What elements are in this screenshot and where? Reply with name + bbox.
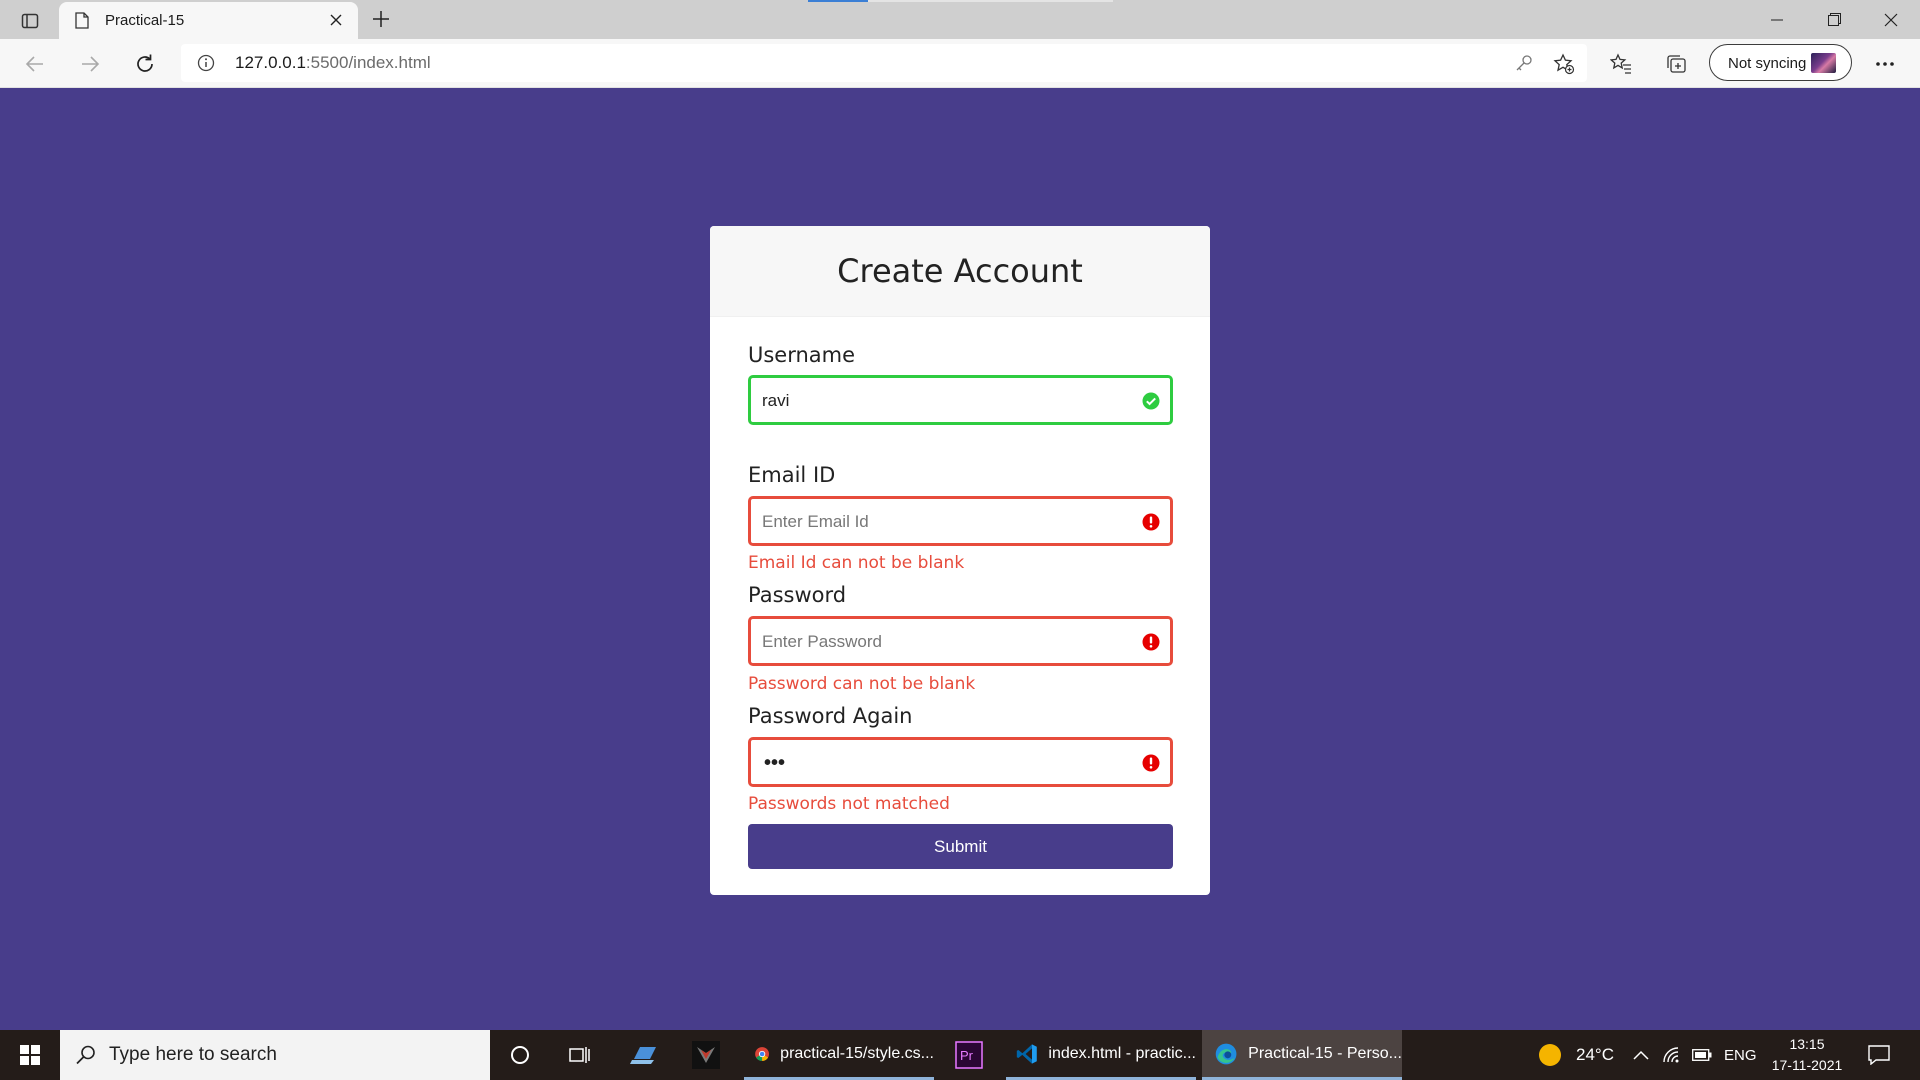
- taskbar-app-label: index.html - practic...: [1048, 1044, 1196, 1062]
- error-icon: [1142, 513, 1160, 531]
- chrome-icon: [755, 1046, 770, 1061]
- address-bar[interactable]: 127.0.0.1:5500/index.html: [181, 44, 1587, 82]
- edge-icon: [1215, 1043, 1237, 1064]
- key-icon[interactable]: [1515, 54, 1533, 77]
- password-error-message: Password can not be blank: [748, 674, 976, 694]
- page-title: Create Account: [837, 252, 1083, 290]
- system-clock[interactable]: 13:15 17-11-2021: [1762, 1034, 1852, 1076]
- email-label: Email ID: [748, 463, 836, 487]
- password-again-value[interactable]: •••: [764, 752, 785, 775]
- password-again-error-message: Passwords not matched: [748, 794, 950, 814]
- password-label: Password: [748, 583, 847, 607]
- sync-status-label: Not syncing: [1728, 55, 1807, 72]
- clock-date: 17-11-2021: [1771, 1057, 1843, 1073]
- browser-tab-strip: Practical-15: [0, 0, 1920, 39]
- username-label: Username: [748, 343, 856, 367]
- close-window-icon[interactable]: [1862, 0, 1920, 39]
- username-input[interactable]: [762, 389, 1122, 413]
- collections-icon[interactable]: [1664, 52, 1688, 76]
- search-placeholder: Type here to search: [109, 1044, 277, 1065]
- windows-start-icon[interactable]: [0, 1030, 60, 1080]
- profile-avatar: [1811, 53, 1836, 73]
- page-icon: [75, 12, 89, 34]
- taskbar-app-label: practical-15/style.cs...: [780, 1044, 934, 1062]
- info-icon[interactable]: [197, 54, 215, 77]
- profile-sync-button[interactable]: Not syncing: [1709, 44, 1852, 81]
- tab-actions-icon[interactable]: [18, 9, 42, 33]
- password-again-field[interactable]: •••: [748, 737, 1173, 787]
- email-error-message: Email Id can not be blank: [748, 553, 965, 573]
- browser-toolbar: 127.0.0.1:5500/index.html Not syncing: [0, 39, 1920, 88]
- back-icon[interactable]: [22, 51, 48, 77]
- username-field[interactable]: [748, 375, 1173, 425]
- error-icon: [1142, 633, 1160, 651]
- url-text[interactable]: 127.0.0.1:5500/index.html: [235, 53, 431, 73]
- sun-icon: [1539, 1044, 1561, 1066]
- more-options-icon[interactable]: [1873, 52, 1897, 76]
- email-input[interactable]: [762, 510, 1122, 534]
- clock-time: 13:15: [1789, 1036, 1825, 1052]
- forward-icon[interactable]: [77, 51, 103, 77]
- loading-bar: [808, 0, 1113, 2]
- taskbar-app-edge[interactable]: Practical-15 - Perso...: [1202, 1030, 1402, 1080]
- password-again-label: Password Again: [748, 704, 913, 728]
- taskbar-app-label: Practical-15 - Perso...: [1248, 1044, 1402, 1062]
- taskbar-search-box[interactable]: Type here to search: [60, 1030, 490, 1080]
- battery-icon[interactable]: [1692, 1030, 1712, 1080]
- new-tab-icon[interactable]: [370, 8, 392, 30]
- cortana-icon[interactable]: [508, 1030, 532, 1080]
- windows-taskbar: Type here to search practical-15/style.c…: [0, 1030, 1920, 1080]
- create-account-card: Create Account Username Email ID Email I…: [710, 226, 1210, 895]
- refresh-icon[interactable]: [132, 51, 158, 77]
- minimize-icon[interactable]: [1748, 0, 1806, 39]
- email-field[interactable]: [748, 496, 1173, 546]
- close-tab-icon[interactable]: [328, 12, 344, 28]
- tab-title: Practical-15: [105, 12, 185, 29]
- error-icon: [1142, 754, 1160, 772]
- browser-tab[interactable]: Practical-15: [59, 2, 358, 39]
- laptop-app-icon[interactable]: [627, 1030, 663, 1080]
- weather-temperature: 24°C: [1576, 1045, 1614, 1064]
- notifications-icon[interactable]: [1868, 1030, 1890, 1080]
- taskbar-app-chrome[interactable]: practical-15/style.cs...: [744, 1030, 934, 1080]
- add-favorite-icon[interactable]: [1553, 53, 1575, 80]
- taskbar-app-vscode[interactable]: index.html - practic...: [1006, 1030, 1196, 1080]
- search-icon: [76, 1045, 95, 1065]
- show-hidden-icons-icon[interactable]: [1633, 1030, 1649, 1080]
- predator-app-icon[interactable]: [690, 1030, 722, 1080]
- restore-icon[interactable]: [1805, 0, 1863, 39]
- svg-text:Pr: Pr: [960, 1048, 974, 1063]
- favorites-icon[interactable]: [1609, 52, 1633, 76]
- check-circle-icon: [1142, 392, 1160, 410]
- language-indicator[interactable]: ENG: [1724, 1030, 1757, 1080]
- password-input[interactable]: [762, 630, 1122, 654]
- weather-widget[interactable]: 24°C: [1538, 1030, 1614, 1080]
- password-field[interactable]: [748, 616, 1173, 666]
- premiere-app-icon[interactable]: Pr: [954, 1030, 984, 1080]
- vscode-icon: [1016, 1043, 1037, 1064]
- submit-button[interactable]: Submit: [748, 824, 1173, 869]
- wifi-icon[interactable]: [1662, 1030, 1682, 1080]
- task-view-icon[interactable]: [567, 1030, 593, 1080]
- card-header: Create Account: [710, 226, 1210, 317]
